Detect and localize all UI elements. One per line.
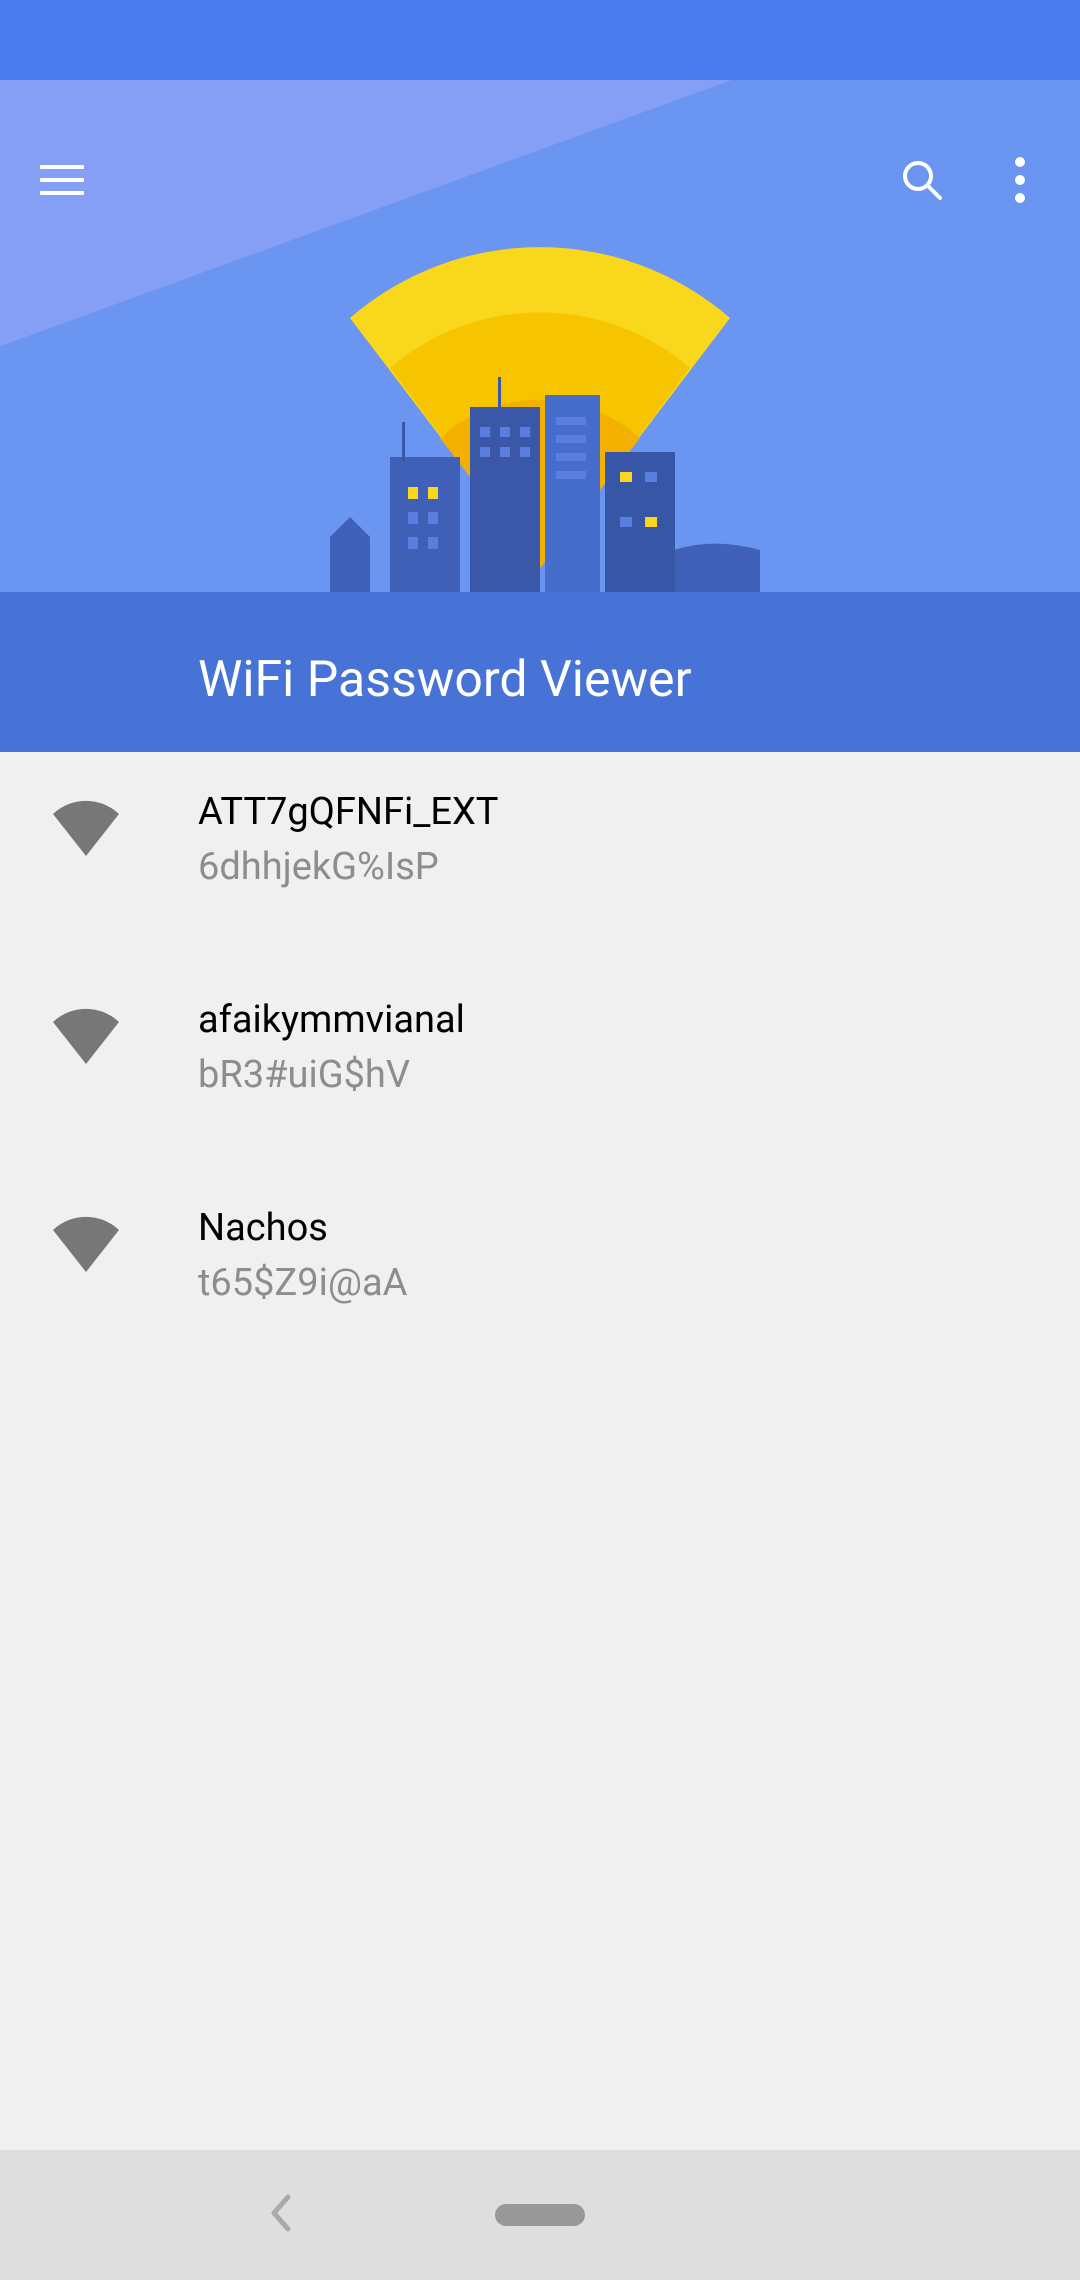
network-ssid: ATT7gQFNFi_EXT [198,788,498,837]
wifi-icon [50,800,122,872]
navigation-bar [0,2150,1080,2280]
network-item[interactable]: Nachos t65$Z9i@aA [0,1168,1080,1376]
network-item[interactable]: ATT7gQFNFi_EXT 6dhhjekG%IsP [0,752,1080,960]
hero-banner: WiFi Password Viewer [0,80,1080,752]
network-ssid: Nachos [198,1204,407,1253]
network-list: ATT7gQFNFi_EXT 6dhhjekG%IsP afaikymmvian… [0,752,1080,1376]
app-title: WiFi Password Viewer [0,608,1080,752]
wifi-icon [50,1216,122,1288]
network-password: bR3#uiG$hV [198,1051,465,1100]
app-title-text: WiFi Password Viewer [198,651,692,709]
toolbar [0,120,1080,240]
status-bar [0,0,1080,80]
network-password: t65$Z9i@aA [198,1259,407,1308]
menu-icon[interactable] [40,156,88,204]
back-icon[interactable] [268,2193,294,2237]
home-pill[interactable] [495,2204,585,2226]
city-illustration [320,377,760,597]
more-options-icon[interactable] [1000,152,1040,208]
wifi-icon [50,1008,122,1080]
search-icon[interactable] [894,152,950,208]
network-item[interactable]: afaikymmvianal bR3#uiG$hV [0,960,1080,1168]
network-password: 6dhhjekG%IsP [198,843,498,892]
network-ssid: afaikymmvianal [198,996,465,1045]
